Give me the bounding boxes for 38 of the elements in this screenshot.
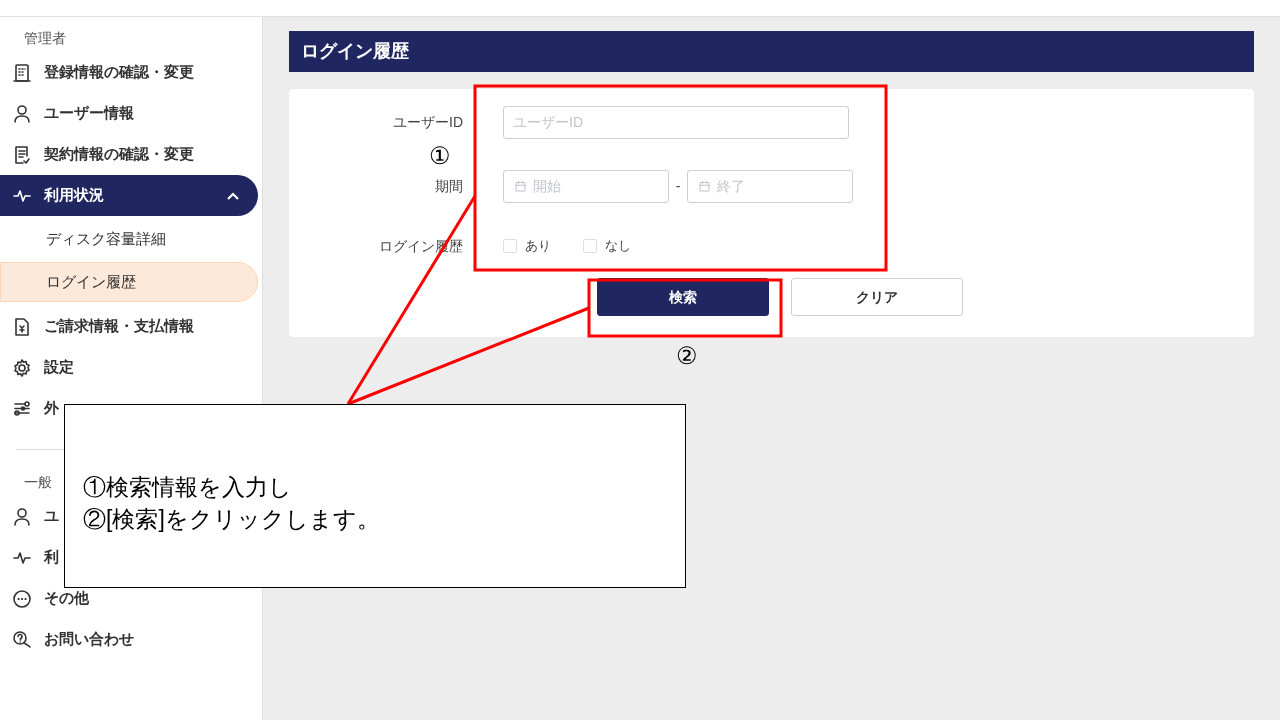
checkbox-option[interactable]: なし xyxy=(583,236,631,256)
sidebar-item[interactable]: 契約情報の確認・変更 xyxy=(0,134,196,175)
sidebar-subitem[interactable]: ログイン履歴 xyxy=(0,262,258,302)
sidebar-item[interactable]: 登録情報の確認・変更 xyxy=(0,52,196,93)
sidebar-item[interactable]: ご請求情報・支払情報 xyxy=(0,306,196,347)
checkbox-option[interactable]: あり xyxy=(503,236,551,256)
sidebar-subitem[interactable]: ディスク容量詳細 xyxy=(0,219,258,259)
document-icon xyxy=(12,144,32,165)
section-heading: 管理者 xyxy=(24,29,66,48)
sidebar-item[interactable]: お問い合わせ xyxy=(0,619,136,660)
building-icon xyxy=(12,62,32,83)
clear-button[interactable]: クリア xyxy=(791,278,963,316)
calendar-icon xyxy=(514,179,527,193)
callout-text: ②[検索]をクリックします。 xyxy=(83,505,381,534)
step-marker: ① xyxy=(429,144,451,168)
settings-icon xyxy=(12,357,32,378)
search-button[interactable]: 検索 xyxy=(597,278,769,316)
page-title: ログイン履歴 xyxy=(301,40,409,63)
sidebar-item[interactable]: ユ xyxy=(0,496,61,537)
sidebar-item[interactable]: 設定 xyxy=(0,347,76,388)
sidebar-item[interactable]: 利 xyxy=(0,537,61,578)
sidebar-item[interactable]: ユーザー情報 xyxy=(0,93,136,134)
callout-text: ①検索情報を入力し xyxy=(83,473,293,502)
sidebar-item[interactable]: その他 xyxy=(0,578,91,619)
sidebar-item[interactable]: 利用状況 xyxy=(0,175,258,216)
invoice-icon xyxy=(12,316,32,337)
help-icon xyxy=(12,629,32,650)
more-icon xyxy=(12,588,32,609)
sliders-icon xyxy=(12,398,32,419)
person-icon xyxy=(12,103,32,124)
person-icon xyxy=(12,506,32,527)
section-heading: 一般 xyxy=(24,473,52,492)
sidebar-item[interactable]: 外 xyxy=(0,388,61,429)
range-separator: - xyxy=(674,176,682,196)
field-label: ユーザーID xyxy=(392,112,464,132)
step-marker: ② xyxy=(676,344,698,368)
calendar-icon xyxy=(698,179,711,193)
field-label: 期間 xyxy=(434,176,464,196)
